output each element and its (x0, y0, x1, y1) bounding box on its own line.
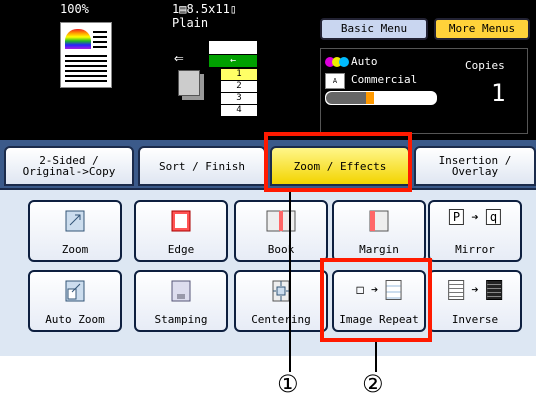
callout-1: ① (277, 370, 299, 398)
inverse-button[interactable]: ➔ Inverse (428, 270, 522, 332)
auto-zoom-button[interactable]: Auto Zoom (28, 270, 122, 332)
output-arrow-icon: ⇐ (174, 48, 184, 67)
stamping-icon (171, 280, 191, 306)
original-type-label: Commercial (351, 73, 418, 86)
book-icon (266, 210, 296, 236)
paper-size: 1▤8.5x11▯ (172, 2, 238, 16)
tray-diagram: ⇐ ← 1 2 3 4 (172, 34, 272, 132)
callout-2: ② (362, 370, 384, 398)
zoom-label: Zoom (61, 243, 89, 256)
inverse-icon: ➔ (448, 280, 502, 300)
sorted-stack-icon (178, 70, 200, 96)
color-mode-label: Auto (351, 55, 378, 68)
copies-count: 1 (491, 79, 506, 107)
paper-type: Plain (172, 16, 209, 30)
more-menus-button[interactable]: More Menus (434, 18, 530, 40)
density-bar (325, 91, 437, 105)
original-type-icon: A (325, 73, 345, 89)
mirror-label: Mirror (455, 243, 495, 256)
tab-2-sided[interactable]: 2-Sided / Original->Copy (4, 146, 134, 186)
zoom-percent: 100% (60, 2, 89, 16)
zoom-button[interactable]: Zoom (28, 200, 122, 262)
highlight-box-1 (264, 132, 412, 192)
highlight-box-2 (320, 258, 432, 342)
document-preview-icon (60, 22, 112, 88)
callout-line-2 (375, 342, 377, 372)
book-label: Book (267, 243, 295, 256)
book-button[interactable]: Book (234, 200, 328, 262)
margin-label: Margin (359, 243, 399, 256)
centering-button[interactable]: Centering (234, 270, 328, 332)
tab-sort-finish[interactable]: Sort / Finish (138, 146, 266, 186)
mirror-button[interactable]: P ➔ q Mirror (428, 200, 522, 262)
edge-label: Edge (167, 243, 195, 256)
edge-button[interactable]: Edge (134, 200, 228, 262)
stamping-button[interactable]: Stamping (134, 270, 228, 332)
status-panel: 100% 1▤8.5x11▯ Plain ⇐ ← 1 2 3 4 Basic M… (0, 0, 536, 140)
margin-icon (369, 210, 389, 236)
zoom-icon (65, 210, 85, 236)
auto-zoom-icon (65, 280, 85, 306)
auto-zoom-label: Auto Zoom (45, 313, 105, 326)
color-mode-icon (325, 57, 349, 67)
function-panel: Zoom Edge Book Margin P ➔ q Mirror Auto … (0, 188, 536, 356)
inverse-label: Inverse (451, 313, 499, 326)
margin-button[interactable]: Margin (332, 200, 426, 262)
mirror-icon: P ➔ q (448, 209, 502, 225)
basic-menu-button[interactable]: Basic Menu (320, 18, 428, 40)
tray-4: 4 (220, 104, 258, 117)
settings-box: Auto Copies A Commercial 1 (320, 48, 528, 134)
centering-label: Centering (251, 313, 311, 326)
tab-insertion-overlay[interactable]: Insertion / Overlay (414, 146, 536, 186)
callout-line-1 (289, 192, 291, 372)
stamping-label: Stamping (154, 313, 208, 326)
edge-icon (171, 210, 191, 236)
copies-label: Copies (465, 59, 505, 72)
